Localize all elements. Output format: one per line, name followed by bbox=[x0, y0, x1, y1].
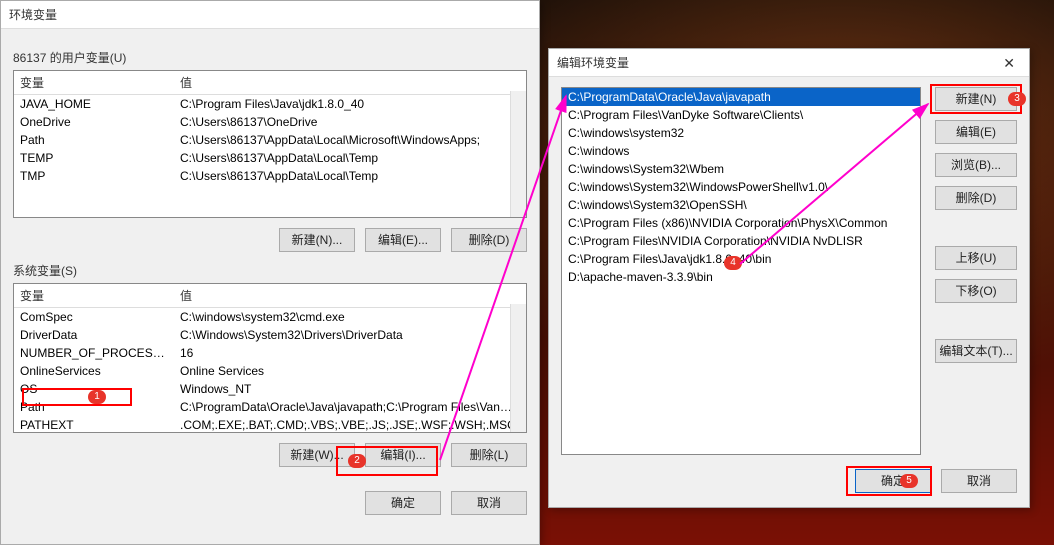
table-row[interactable]: DriverDataC:\Windows\System32\Drivers\Dr… bbox=[14, 326, 526, 344]
var-value: C:\Program Files\Java\jdk1.8.0_40 bbox=[174, 95, 526, 113]
col-header-val: 值 bbox=[174, 71, 526, 94]
col-header-val: 值 bbox=[174, 284, 526, 307]
path-entries-listbox[interactable]: C:\ProgramData\Oracle\Java\javapathC:\Pr… bbox=[561, 87, 921, 455]
var-name: JAVA_HOME bbox=[14, 95, 174, 113]
sys-vars-listbox[interactable]: 变量 值 ComSpecC:\windows\system32\cmd.exeD… bbox=[13, 283, 527, 433]
table-row[interactable]: OnlineServicesOnline Services bbox=[14, 362, 526, 380]
table-row[interactable]: OneDriveC:\Users\86137\OneDrive bbox=[14, 113, 526, 131]
var-name: OnlineServices bbox=[14, 362, 174, 380]
user-edit-button[interactable]: 编辑(E)... bbox=[365, 228, 441, 252]
var-name: OneDrive bbox=[14, 113, 174, 131]
var-value: Online Services bbox=[174, 362, 526, 380]
user-vars-header: 变量 值 bbox=[14, 71, 526, 95]
table-row[interactable]: PathC:\ProgramData\Oracle\Java\javapath;… bbox=[14, 398, 526, 416]
var-value: C:\Users\86137\AppData\Local\Microsoft\W… bbox=[174, 131, 526, 149]
user-vars-label: 86137 的用户变量(U) bbox=[13, 49, 527, 66]
scrollbar[interactable] bbox=[510, 304, 526, 432]
var-name: DriverData bbox=[14, 326, 174, 344]
path-new-button[interactable]: 新建(N) bbox=[935, 87, 1017, 111]
env-vars-title-bar: 环境变量 bbox=[1, 1, 539, 29]
sys-delete-button[interactable]: 删除(L) bbox=[451, 443, 527, 467]
sys-edit-button[interactable]: 编辑(I)... bbox=[365, 443, 441, 467]
list-item[interactable]: D:\apache-maven-3.3.9\bin bbox=[562, 268, 920, 286]
list-item[interactable]: C:\windows\System32\Wbem bbox=[562, 160, 920, 178]
col-header-var: 变量 bbox=[14, 284, 174, 307]
var-value: C:\Users\86137\AppData\Local\Temp bbox=[174, 167, 526, 185]
path-edit-text-button[interactable]: 编辑文本(T)... bbox=[935, 339, 1017, 363]
sys-vars-label: 系统变量(S) bbox=[13, 262, 527, 279]
var-value: Windows_NT bbox=[174, 380, 526, 398]
sys-new-button[interactable]: 新建(W)... bbox=[279, 443, 355, 467]
user-delete-button[interactable]: 删除(D) bbox=[451, 228, 527, 252]
list-item[interactable]: C:\windows\System32\OpenSSH\ bbox=[562, 196, 920, 214]
list-item[interactable]: C:\Program Files\Java\jdk1.8.0_40\bin bbox=[562, 250, 920, 268]
env-vars-dialog: 环境变量 86137 的用户变量(U) 变量 值 JAVA_HOMEC:\Pro… bbox=[0, 0, 540, 545]
env-ok-button[interactable]: 确定 bbox=[365, 491, 441, 515]
var-name: OS bbox=[14, 380, 174, 398]
table-row[interactable]: PathC:\Users\86137\AppData\Local\Microso… bbox=[14, 131, 526, 149]
var-value: C:\Users\86137\OneDrive bbox=[174, 113, 526, 131]
var-value: C:\Windows\System32\Drivers\DriverData bbox=[174, 326, 526, 344]
path-delete-button[interactable]: 删除(D) bbox=[935, 186, 1017, 210]
user-new-button[interactable]: 新建(N)... bbox=[279, 228, 355, 252]
var-name: TMP bbox=[14, 167, 174, 185]
list-item[interactable]: C:\Program Files\NVIDIA Corporation\NVID… bbox=[562, 232, 920, 250]
var-name: NUMBER_OF_PROCESSORS bbox=[14, 344, 174, 362]
list-item[interactable]: C:\Program Files\VanDyke Software\Client… bbox=[562, 106, 920, 124]
sys-vars-header: 变量 值 bbox=[14, 284, 526, 308]
path-down-button[interactable]: 下移(O) bbox=[935, 279, 1017, 303]
list-item[interactable]: C:\windows bbox=[562, 142, 920, 160]
table-row[interactable]: TEMPC:\Users\86137\AppData\Local\Temp bbox=[14, 149, 526, 167]
env-cancel-button[interactable]: 取消 bbox=[451, 491, 527, 515]
var-value: 16 bbox=[174, 344, 526, 362]
var-value: .COM;.EXE;.BAT;.CMD;.VBS;.VBE;.JS;.JSE;.… bbox=[174, 416, 526, 433]
list-item[interactable]: C:\Program Files (x86)\NVIDIA Corporatio… bbox=[562, 214, 920, 232]
col-header-var: 变量 bbox=[14, 71, 174, 94]
edit-ok-button[interactable]: 确定 bbox=[855, 469, 931, 493]
table-row[interactable]: TMPC:\Users\86137\AppData\Local\Temp bbox=[14, 167, 526, 185]
list-item[interactable]: C:\windows\system32 bbox=[562, 124, 920, 142]
var-name: PATHEXT bbox=[14, 416, 174, 433]
list-item[interactable]: C:\ProgramData\Oracle\Java\javapath bbox=[562, 88, 920, 106]
var-value: C:\ProgramData\Oracle\Java\javapath;C:\P… bbox=[174, 398, 526, 416]
var-value: C:\windows\system32\cmd.exe bbox=[174, 308, 526, 326]
env-vars-title: 环境变量 bbox=[9, 1, 57, 29]
table-row[interactable]: PATHEXT.COM;.EXE;.BAT;.CMD;.VBS;.VBE;.JS… bbox=[14, 416, 526, 433]
var-value: C:\Users\86137\AppData\Local\Temp bbox=[174, 149, 526, 167]
table-row[interactable]: NUMBER_OF_PROCESSORS16 bbox=[14, 344, 526, 362]
table-row[interactable]: OSWindows_NT bbox=[14, 380, 526, 398]
var-name: ComSpec bbox=[14, 308, 174, 326]
path-edit-button[interactable]: 编辑(E) bbox=[935, 120, 1017, 144]
path-up-button[interactable]: 上移(U) bbox=[935, 246, 1017, 270]
edit-path-title: 编辑环境变量 bbox=[557, 49, 629, 77]
table-row[interactable]: ComSpecC:\windows\system32\cmd.exe bbox=[14, 308, 526, 326]
var-name: Path bbox=[14, 131, 174, 149]
user-vars-listbox[interactable]: 变量 值 JAVA_HOMEC:\Program Files\Java\jdk1… bbox=[13, 70, 527, 218]
edit-path-title-bar: 编辑环境变量 ✕ bbox=[549, 49, 1029, 77]
edit-cancel-button[interactable]: 取消 bbox=[941, 469, 1017, 493]
edit-path-dialog: 编辑环境变量 ✕ C:\ProgramData\Oracle\Java\java… bbox=[548, 48, 1030, 508]
scrollbar[interactable] bbox=[510, 91, 526, 217]
path-browse-button[interactable]: 浏览(B)... bbox=[935, 153, 1017, 177]
var-name: Path bbox=[14, 398, 174, 416]
table-row[interactable]: JAVA_HOMEC:\Program Files\Java\jdk1.8.0_… bbox=[14, 95, 526, 113]
var-name: TEMP bbox=[14, 149, 174, 167]
list-item[interactable]: C:\windows\System32\WindowsPowerShell\v1… bbox=[562, 178, 920, 196]
close-icon[interactable]: ✕ bbox=[997, 49, 1021, 77]
